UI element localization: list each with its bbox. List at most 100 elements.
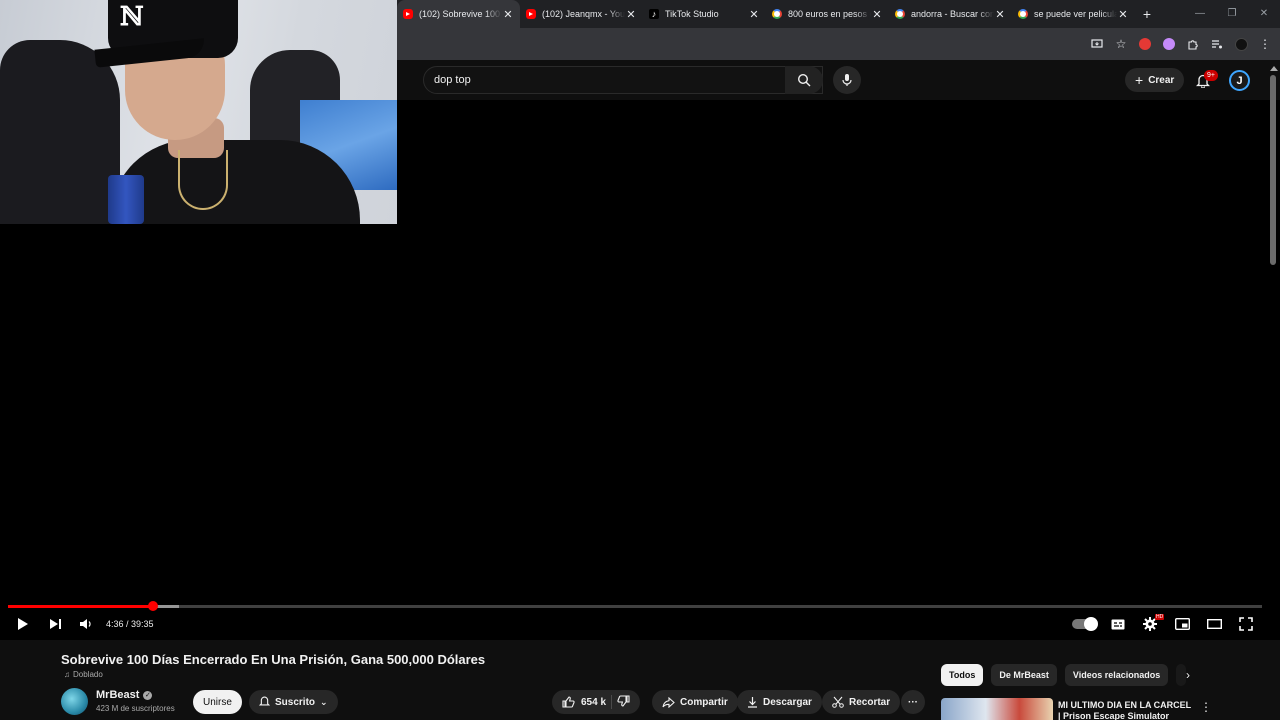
video-title: Sobrevive 100 Días Encerrado En Una Pris…: [61, 652, 486, 667]
browser-tab[interactable]: (102) Jeanqmx - YouTube ✕: [520, 0, 643, 28]
subscribed-button[interactable]: Suscrito ⌄: [249, 690, 338, 714]
google-icon: [772, 9, 782, 19]
hd-badge: HD: [1155, 614, 1165, 620]
share-label: Compartir: [680, 696, 728, 708]
chip-from-channel[interactable]: De MrBeast: [991, 664, 1057, 686]
extension-purple-icon[interactable]: [1162, 37, 1176, 51]
play-icon: [18, 618, 28, 630]
tab-title: TikTok Studio: [665, 9, 719, 19]
subscriber-count: 423 M de suscriptores: [96, 704, 175, 713]
chevron-down-icon: ⌄: [320, 696, 328, 707]
watch-metadata: Sobrevive 100 Días Encerrado En Una Pris…: [0, 640, 1280, 720]
bookmark-star-icon[interactable]: ☆: [1114, 37, 1128, 51]
dubbed-label: Doblado: [73, 670, 103, 679]
theater-mode-button[interactable]: [1204, 614, 1224, 634]
google-icon: [895, 9, 905, 19]
chip-more[interactable]: [1176, 664, 1187, 686]
related-video-title[interactable]: MI ULTIMO DIA EN LA CARCEL | Prison Esca…: [1058, 700, 1193, 720]
more-horizontal-icon: ···: [908, 696, 918, 708]
bell-icon: [258, 695, 271, 710]
close-tab-icon[interactable]: ✕: [871, 8, 883, 21]
close-window-icon[interactable]: ✕: [1248, 0, 1280, 28]
search-input[interactable]: [434, 74, 792, 86]
minimize-icon[interactable]: —: [1184, 0, 1216, 28]
like-count: 654 k: [581, 696, 607, 708]
play-button[interactable]: [13, 614, 33, 634]
menu-kebab-icon[interactable]: ⋮: [1258, 37, 1272, 51]
divider: [611, 695, 613, 709]
share-icon: [662, 696, 675, 708]
subscribed-label: Suscrito: [275, 696, 316, 708]
autoplay-toggle[interactable]: [1072, 617, 1098, 631]
related-video-thumbnail[interactable]: [941, 698, 1053, 720]
download-label: Descargar: [763, 696, 812, 708]
chip-all[interactable]: Todos: [941, 664, 984, 686]
extensions-puzzle-icon[interactable]: [1186, 37, 1200, 51]
like-dislike-group: 654 k: [552, 690, 641, 714]
browser-tab[interactable]: andorra - Buscar con ✕: [889, 0, 1012, 28]
chip-related[interactable]: Videos relacionados: [1064, 664, 1169, 686]
browser-toolbar: ☆ ⋮: [397, 28, 1280, 60]
new-tab-button[interactable]: +: [1135, 6, 1159, 22]
next-button[interactable]: [45, 614, 65, 634]
search-button[interactable]: [785, 66, 823, 94]
fullscreen-button[interactable]: [1236, 614, 1256, 634]
subtitles-button[interactable]: [1108, 614, 1128, 634]
clip-label: Recortar: [849, 696, 891, 708]
more-actions-button[interactable]: ···: [901, 690, 925, 714]
install-app-icon[interactable]: [1090, 37, 1104, 51]
browser-tab[interactable]: se puede ver pelicula ✕: [1012, 0, 1135, 28]
close-tab-icon[interactable]: ✕: [748, 8, 760, 21]
voice-search-button[interactable]: [833, 66, 861, 94]
page-scrollbar[interactable]: [1270, 66, 1278, 266]
download-icon: [748, 697, 757, 708]
browser-tab[interactable]: 800 euros en pesos c ✕: [766, 0, 889, 28]
miniplayer-button[interactable]: [1172, 614, 1192, 634]
volume-icon: [80, 619, 91, 629]
like-button[interactable]: 654 k: [562, 696, 606, 708]
channel-name-row: MrBeast ✓: [96, 689, 153, 701]
theater-icon: [1206, 619, 1222, 629]
skip-next-icon: [49, 619, 61, 629]
join-button[interactable]: Unirse: [193, 690, 242, 714]
tab-title: se puede ver pelicula: [1034, 9, 1117, 19]
profile-icon[interactable]: [1234, 37, 1248, 51]
close-tab-icon[interactable]: ✕: [994, 8, 1006, 21]
progress-bar[interactable]: [8, 601, 1262, 611]
dubbed-badge: ♫ Doblado: [64, 670, 103, 679]
extension-red-icon[interactable]: [1138, 37, 1152, 51]
window-controls: — ❐ ✕: [1184, 0, 1280, 28]
search-icon: [797, 73, 811, 87]
tab-title: (102) Sobrevive 100 Días: [419, 9, 502, 19]
download-button[interactable]: Descargar: [737, 690, 822, 714]
tab-title: 800 euros en pesos c: [788, 9, 871, 19]
channel-avatar[interactable]: [61, 688, 88, 715]
browser-tab[interactable]: ♪ TikTok Studio ✕: [643, 0, 766, 28]
tab-title: (102) Jeanqmx - YouTube: [542, 9, 625, 19]
create-button[interactable]: + Crear: [1125, 68, 1185, 92]
chevron-right-icon[interactable]: ›: [1186, 668, 1190, 682]
youtube-masthead: ✕ + Crear 9+ J: [397, 60, 1280, 100]
audio-track-icon: ♫: [64, 670, 70, 679]
more-vertical-icon[interactable]: ⋮: [1200, 700, 1212, 714]
account-avatar[interactable]: J: [1229, 70, 1250, 91]
microphone-icon: [842, 74, 852, 86]
played-bar: [8, 605, 154, 608]
clip-button[interactable]: Recortar: [822, 690, 901, 714]
join-label: Unirse: [203, 696, 232, 708]
mute-button[interactable]: [76, 614, 96, 634]
dislike-button[interactable]: [617, 694, 630, 710]
close-tab-icon[interactable]: ✕: [502, 8, 514, 21]
subtitles-icon: [1111, 619, 1125, 629]
browser-tab[interactable]: (102) Sobrevive 100 Días ✕: [397, 0, 520, 28]
screen: ℕ (102) Sobrevive 100 Días ✕ (102) Jeanq…: [0, 0, 1280, 720]
channel-name[interactable]: MrBeast: [96, 689, 139, 701]
close-tab-icon[interactable]: ✕: [1117, 8, 1129, 21]
share-button[interactable]: Compartir: [652, 690, 738, 714]
webcam-overlay: ℕ: [0, 0, 397, 224]
media-controls-icon[interactable]: [1210, 37, 1224, 51]
youtube-icon: [526, 9, 536, 19]
close-tab-icon[interactable]: ✕: [625, 8, 637, 21]
restore-icon[interactable]: ❐: [1216, 0, 1248, 28]
verified-icon: ✓: [143, 690, 153, 700]
